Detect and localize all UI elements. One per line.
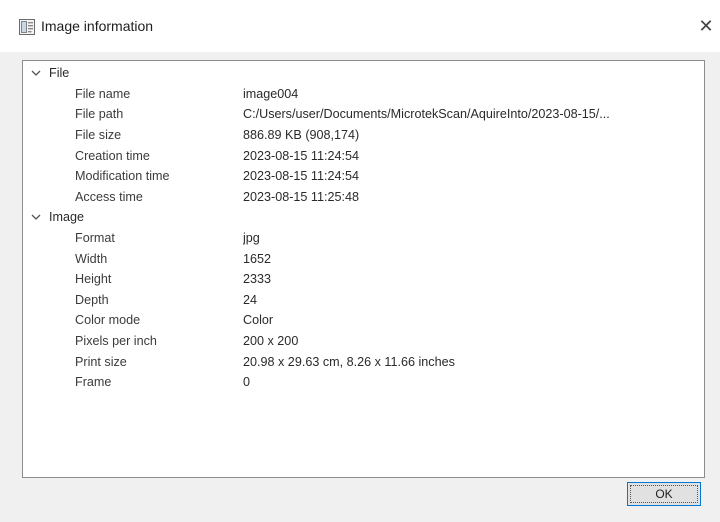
- property-name: Height: [75, 272, 112, 287]
- tree-group-label: File: [49, 66, 70, 81]
- property-name: Frame: [75, 375, 112, 390]
- tree-row[interactable]: Modification time 2023-08-15 11:24:54: [23, 166, 704, 187]
- info-tree-panel: File File name image004 File path C:/Users/u…: [22, 60, 705, 478]
- property-value: 886.89 KB (908,174): [243, 128, 360, 143]
- property-value: 2333: [243, 272, 272, 287]
- property-value: jpg: [243, 231, 260, 246]
- app-icon: [19, 19, 35, 35]
- property-name: Print size: [75, 354, 127, 369]
- property-name: Creation time: [75, 148, 150, 163]
- tree-group-file[interactable]: File: [23, 63, 704, 84]
- chevron-down-icon[interactable]: [29, 68, 43, 78]
- property-value: 20.98 x 29.63 cm, 8.26 x 11.66 inches: [243, 354, 455, 369]
- property-value: 200 x 200: [243, 334, 299, 349]
- property-value: 2023-08-15 11:24:54: [243, 148, 360, 163]
- property-value: 0: [243, 375, 251, 390]
- tree-row[interactable]: Height 2333: [23, 269, 704, 290]
- tree-row[interactable]: Access time 2023-08-15 11:25:48: [23, 187, 704, 208]
- image-information-dialog: Image information ✕ File File name image00…: [0, 0, 720, 522]
- property-value: C:/Users/user/Documents/MicrotekScan/Aqu…: [243, 107, 610, 122]
- property-name: File name: [75, 86, 131, 101]
- property-name: Format: [75, 231, 115, 246]
- tree-row[interactable]: File name image004: [23, 84, 704, 105]
- property-name: Pixels per inch: [75, 334, 157, 349]
- tree-row[interactable]: Print size 20.98 x 29.63 cm, 8.26 x 11.66…: [23, 351, 704, 372]
- property-value: 2023-08-15 11:24:54: [243, 169, 360, 184]
- property-name: File path: [75, 107, 124, 122]
- tree-row[interactable]: Creation time 2023-08-15 11:24:54: [23, 145, 704, 166]
- property-name: Color mode: [75, 313, 141, 328]
- tree-row[interactable]: Pixels per inch 200 x 200: [23, 331, 704, 352]
- window-title: Image information: [41, 18, 154, 34]
- tree-group-label: Image: [49, 210, 85, 225]
- property-value: image004: [243, 86, 299, 101]
- tree-row[interactable]: File size 886.89 KB (908,174): [23, 125, 704, 146]
- property-value: 24: [243, 292, 258, 307]
- property-name: Modification time: [75, 169, 170, 184]
- property-value: 1652: [243, 251, 272, 266]
- title-bar: Image information ✕: [0, 0, 720, 52]
- tree-row[interactable]: Color mode Color: [23, 310, 704, 331]
- property-name: File size: [75, 128, 122, 143]
- tree-row[interactable]: Depth 24: [23, 290, 704, 311]
- tree-row[interactable]: Frame 0: [23, 372, 704, 393]
- close-icon: ✕: [698, 15, 714, 36]
- property-name: Access time: [75, 189, 143, 204]
- tree-row[interactable]: Format jpg: [23, 228, 704, 249]
- property-value: 2023-08-15 11:25:48: [243, 189, 360, 204]
- ok-button-focus-ring: [630, 485, 698, 503]
- dialog-footer: [0, 478, 720, 522]
- property-name: Width: [75, 251, 108, 266]
- tree-group-image[interactable]: Image: [23, 207, 704, 228]
- tree-row[interactable]: Width 1652: [23, 248, 704, 269]
- property-name: Depth: [75, 292, 109, 307]
- tree-row[interactable]: File path C:/Users/user/Documents/Microte…: [23, 104, 704, 125]
- property-value: Color: [243, 313, 274, 328]
- close-button[interactable]: ✕: [692, 10, 720, 42]
- chevron-down-icon[interactable]: [29, 212, 43, 222]
- ok-button[interactable]: OK: [627, 482, 701, 506]
